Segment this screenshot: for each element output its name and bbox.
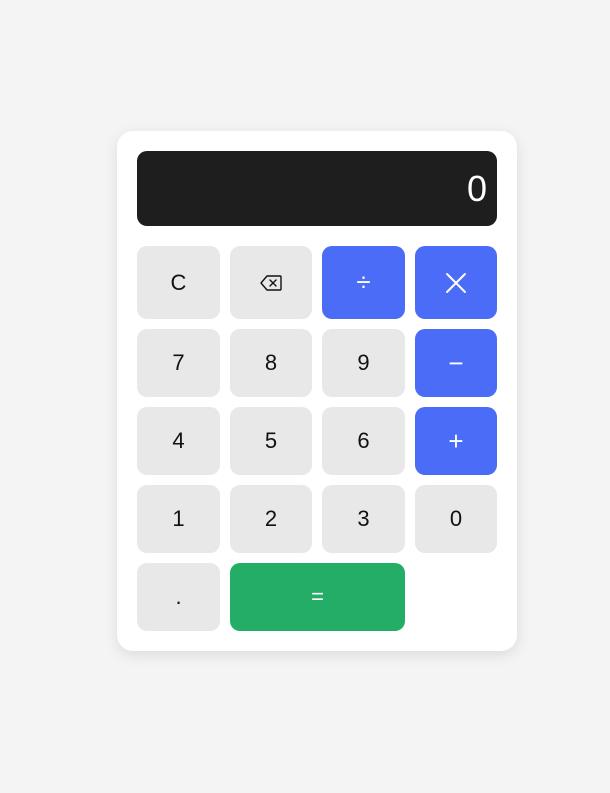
- minus-label: −: [448, 347, 464, 378]
- five-button[interactable]: 5: [230, 407, 312, 475]
- zero-button[interactable]: 0: [415, 485, 497, 553]
- decimal-button[interactable]: .: [137, 563, 220, 631]
- plus-button[interactable]: +: [415, 407, 497, 475]
- seven-button[interactable]: 7: [137, 329, 220, 397]
- six-label: 6: [357, 428, 370, 453]
- display-value: 0: [466, 167, 487, 209]
- plus-label: +: [448, 425, 464, 456]
- six-button[interactable]: 6: [322, 407, 405, 475]
- equals-button[interactable]: =: [230, 563, 405, 631]
- backspace-button[interactable]: [230, 246, 312, 319]
- divide-label: ÷: [356, 267, 371, 297]
- multiply-icon: [445, 272, 467, 294]
- one-button[interactable]: 1: [137, 485, 220, 553]
- zero-label: 0: [449, 506, 463, 531]
- display: 0: [137, 151, 497, 226]
- two-label: 2: [264, 506, 278, 531]
- one-label: 1: [172, 506, 185, 531]
- decimal-label: .: [175, 584, 182, 609]
- eight-button[interactable]: 8: [230, 329, 312, 397]
- four-button[interactable]: 4: [137, 407, 220, 475]
- three-label: 3: [357, 506, 370, 531]
- five-label: 5: [264, 428, 278, 453]
- nine-button[interactable]: 9: [322, 329, 405, 397]
- multiply-button[interactable]: [415, 246, 497, 319]
- calculator: 0 C ÷ 7 8 9 − 4 5 6 + 1 2 3 0 . =: [117, 131, 517, 651]
- nine-label: 9: [357, 350, 370, 375]
- clear-button[interactable]: C: [137, 246, 220, 319]
- eight-label: 8: [264, 350, 278, 375]
- divide-button[interactable]: ÷: [322, 246, 405, 319]
- four-label: 4: [172, 428, 185, 453]
- three-button[interactable]: 3: [322, 485, 405, 553]
- seven-label: 7: [172, 350, 185, 375]
- minus-button[interactable]: −: [415, 329, 497, 397]
- two-button[interactable]: 2: [230, 485, 312, 553]
- equals-label: =: [311, 584, 324, 609]
- clear-label: C: [170, 269, 187, 295]
- backspace-icon: [260, 274, 282, 291]
